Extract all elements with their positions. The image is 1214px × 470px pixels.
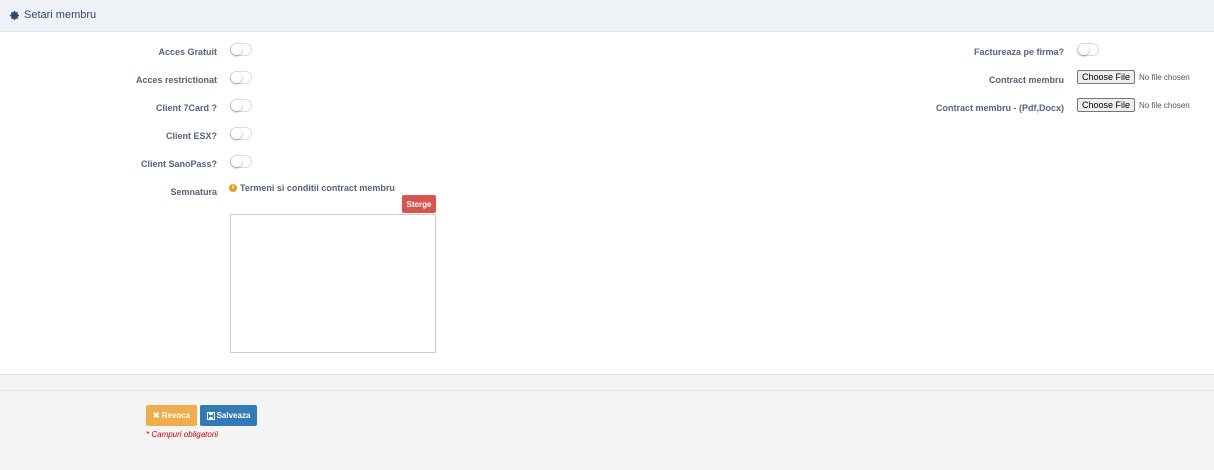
toggle-knob: [1078, 44, 1089, 55]
salveaza-label: Salveaza: [216, 411, 251, 420]
client-7card-toggle[interactable]: [230, 99, 252, 112]
choose-file-button[interactable]: Choose File: [1077, 70, 1136, 84]
client-7card-label: Client 7Card ?: [155, 103, 217, 113]
acces-restrictionat-toggle[interactable]: [230, 71, 252, 84]
panel-header: Setari membru: [0, 0, 1214, 32]
save-icon: [206, 411, 215, 420]
close-icon: ✖: [152, 411, 160, 420]
contract-membru-label: Contract membru: [988, 75, 1064, 85]
choose-file-button[interactable]: Choose File: [1077, 98, 1136, 112]
no-file-text: No file chosen: [1139, 72, 1190, 82]
sterge-button[interactable]: Sterge: [402, 195, 436, 213]
acces-gratuit-label: Acces Gratuit: [158, 47, 217, 57]
toggle-knob: [231, 72, 242, 83]
revoca-button[interactable]: ✖ Revoca: [146, 405, 197, 426]
contract-file-input[interactable]: Choose File No file chosen: [1077, 70, 1190, 84]
signature-pad[interactable]: [230, 214, 436, 353]
semnatura-label: Semnatura: [170, 187, 217, 197]
acces-restrictionat-label: Acces restrictionat: [135, 75, 217, 85]
contract-pdf-file-input[interactable]: Choose File No file chosen: [1077, 98, 1190, 112]
client-sanopass-label: Client SanoPass?: [140, 159, 217, 169]
info-icon: i: [229, 184, 237, 192]
client-sanopass-toggle[interactable]: [230, 155, 252, 168]
client-esx-toggle[interactable]: [230, 127, 252, 140]
acces-gratuit-toggle[interactable]: [230, 43, 252, 56]
no-file-text: No file chosen: [1139, 100, 1190, 110]
revoca-label: Revoca: [161, 411, 191, 420]
client-esx-label: Client ESX?: [165, 131, 217, 141]
toggle-knob: [231, 100, 242, 111]
factureaza-toggle[interactable]: [1077, 43, 1099, 56]
terms-info: i Termeni si conditii contract membru: [229, 183, 395, 193]
toggle-knob: [231, 128, 242, 139]
footer-divider: [0, 390, 1214, 391]
panel-title-text: Setari membru: [24, 9, 97, 21]
toggle-knob: [231, 156, 242, 167]
factureaza-label: Factureaza pe firma?: [973, 47, 1064, 57]
toggle-knob: [231, 44, 242, 55]
salveaza-button[interactable]: Salveaza: [200, 405, 257, 426]
required-note: * Campuri obligatorii: [146, 430, 219, 439]
panel-title: Setari membru: [9, 9, 96, 21]
terms-text: Termeni si conditii contract membru: [240, 183, 395, 193]
gear-icon: [10, 10, 19, 20]
contract-pdf-label: Contract membru - (Pdf,Docx): [935, 103, 1064, 113]
